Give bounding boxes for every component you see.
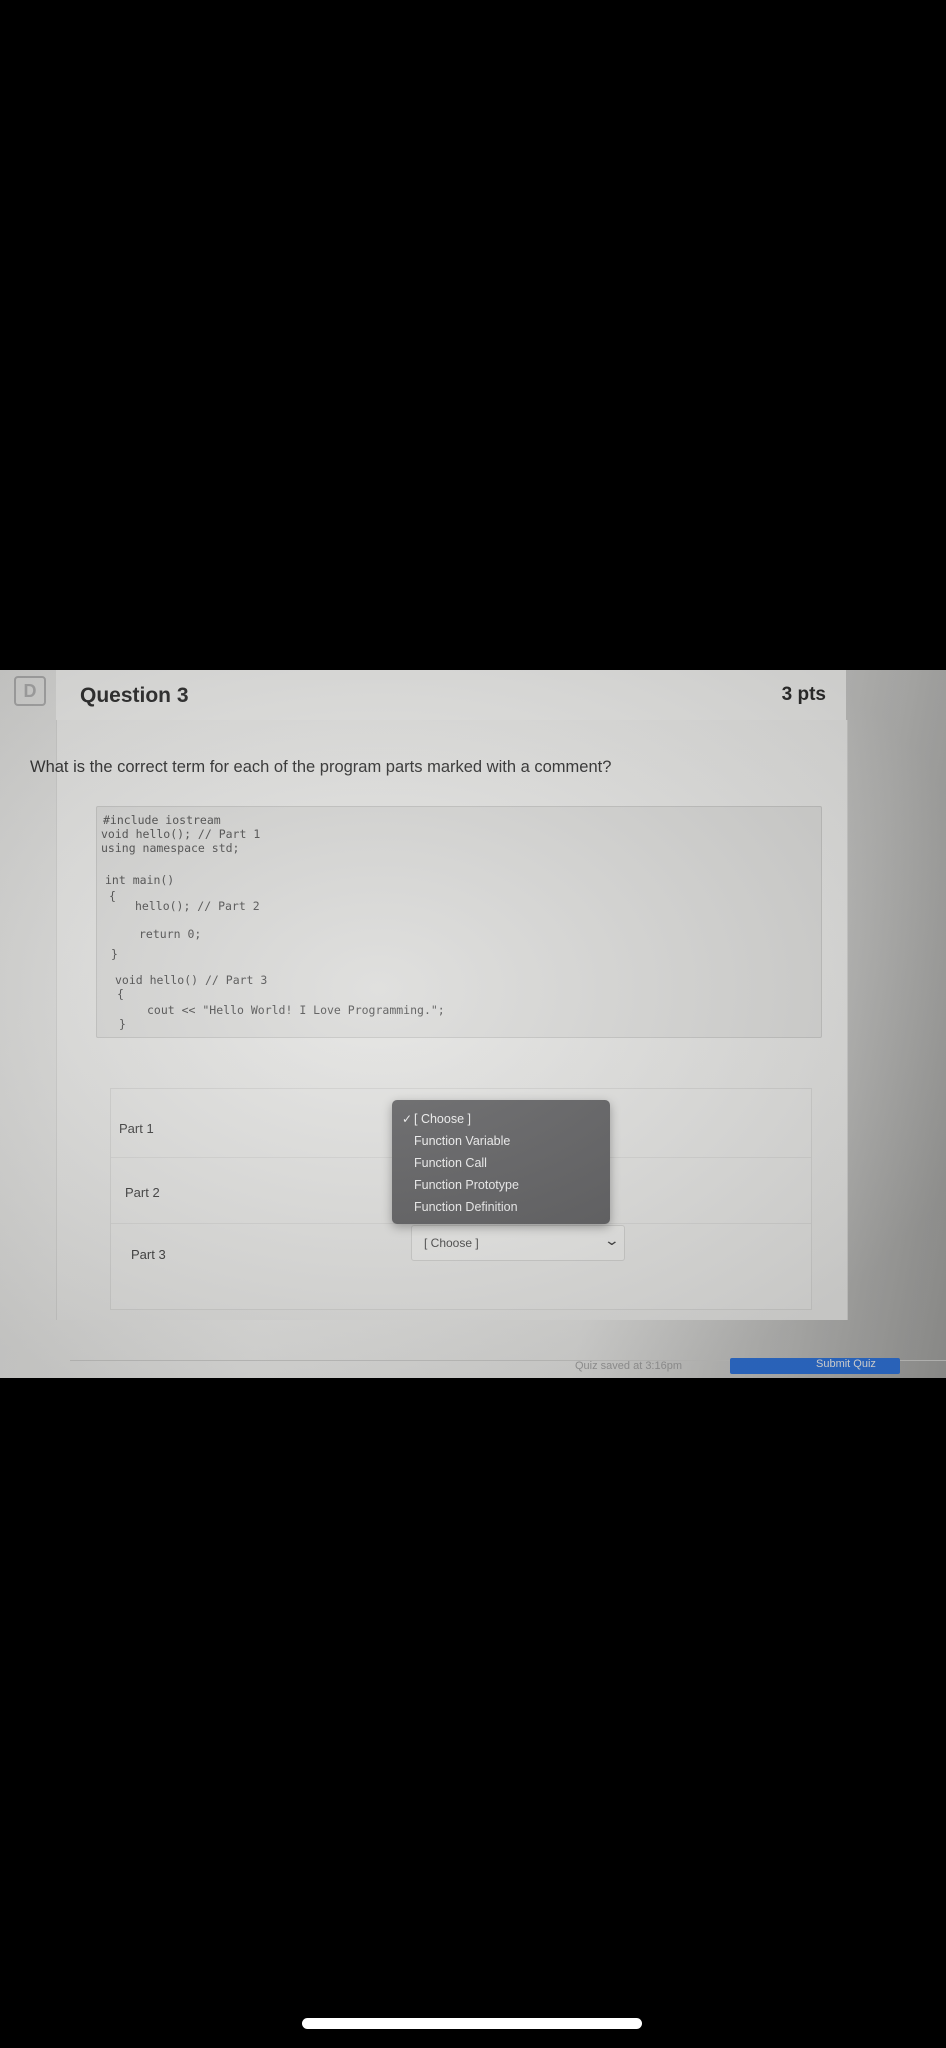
checkmark-icon: ✓: [402, 1112, 413, 1126]
question-points: 3 pts: [781, 684, 826, 705]
quiz-saved-status: Quiz saved at 3:16pm: [575, 1360, 683, 1372]
code-line: }: [119, 1017, 126, 1031]
code-line: int main(): [105, 873, 175, 887]
part-3-select[interactable]: [ Choose ] ⌄: [411, 1225, 625, 1261]
quiz-footer: Quiz saved at 3:16pm Submit Quiz: [70, 1358, 946, 1378]
code-line: return 0;: [139, 927, 202, 941]
code-line: {: [117, 987, 124, 1001]
question-header: Question 3 3 pts: [56, 670, 846, 721]
dropdown-option-function-prototype[interactable]: Function Prototype: [414, 1178, 519, 1192]
dropdown-option-function-call[interactable]: Function Call: [414, 1156, 487, 1170]
part-1-label: Part 1: [119, 1121, 154, 1136]
code-line: }: [111, 947, 118, 961]
question-title: Question 3: [80, 684, 189, 707]
screen-photo: D Question 3 3 pts What is the correct t…: [0, 670, 946, 1378]
code-line: void hello(); // Part 1: [101, 827, 261, 841]
code-line: #include iostream: [103, 813, 221, 827]
code-block: #include iostream void hello(); // Part …: [96, 806, 822, 1038]
dropdown-option-choose[interactable]: [ Choose ]: [414, 1112, 471, 1126]
code-line: {: [109, 889, 116, 903]
chevron-down-icon: ⌄: [603, 1232, 621, 1248]
home-indicator[interactable]: [302, 2018, 642, 2029]
dropdown-option-function-definition[interactable]: Function Definition: [414, 1200, 518, 1214]
part-3-label: Part 3: [131, 1247, 166, 1262]
dropdown-option-function-variable[interactable]: Function Variable: [414, 1134, 510, 1148]
submit-quiz-label: Submit Quiz: [816, 1358, 876, 1370]
question-flag-icon[interactable]: D: [14, 676, 46, 706]
code-line: cout << "Hello World! I Love Programming…: [147, 1003, 445, 1017]
code-line: hello(); // Part 2: [135, 899, 260, 913]
part-2-label: Part 2: [125, 1185, 160, 1200]
question-prompt: What is the correct term for each of the…: [30, 758, 612, 776]
code-line: void hello() // Part 3: [115, 973, 268, 987]
submit-quiz-button[interactable]: Submit Quiz: [730, 1358, 900, 1374]
part-3-select-value: [ Choose ]: [424, 1236, 479, 1250]
code-line: using namespace std;: [101, 841, 240, 855]
part-1-dropdown-menu: ✓ [ Choose ] Function Variable Function …: [392, 1100, 610, 1224]
